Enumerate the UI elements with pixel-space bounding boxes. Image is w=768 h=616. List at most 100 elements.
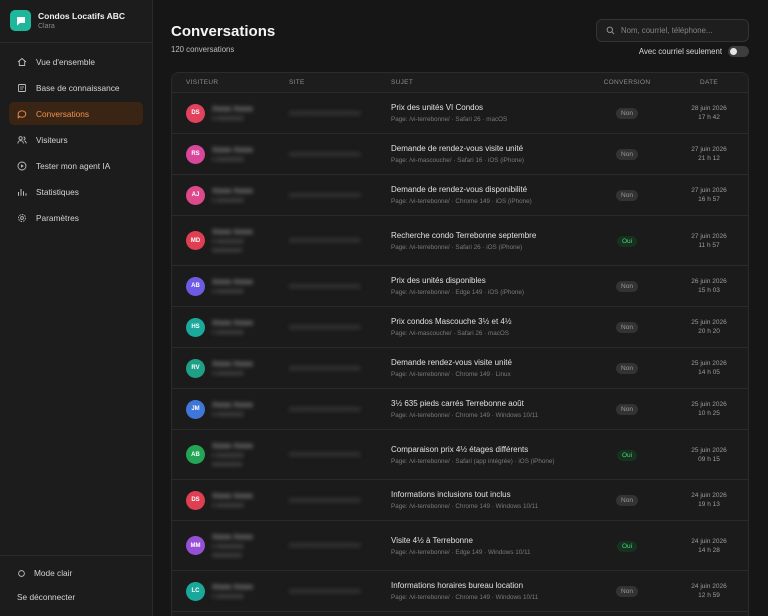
conversion-cell: Non xyxy=(584,189,670,201)
sidebar-nav: Vue d'ensemble Base de connaissance Conv… xyxy=(9,50,143,232)
email-filter-toggle[interactable] xyxy=(728,46,749,57)
sidebar-item-test-agent[interactable]: Tester mon agent IA xyxy=(9,154,143,177)
users-icon xyxy=(17,135,27,144)
header-visitor: VISITEUR xyxy=(186,79,219,86)
table-row[interactable]: MD Xxxxx Xxxxx x xxxxxxxxx xxxxxxxxxx xx… xyxy=(172,216,748,266)
date-day: 25 juin 2026 xyxy=(691,360,727,367)
visitor-cell: AB Xxxxx Xxxxx x xxxxxxxxx xyxy=(172,276,275,296)
conversation-count: 120 conversations xyxy=(171,45,235,54)
sidebar-item-knowledge[interactable]: Base de connaissance xyxy=(9,76,143,99)
date-day: 24 juin 2026 xyxy=(691,537,727,545)
sidebar-item-label: Conversations xyxy=(36,108,90,119)
visitor-info-redacted: Xxxxx Xxxxx x xxxxxxxxx xyxy=(212,400,253,418)
conversion-badge: Oui xyxy=(616,235,638,247)
date-cell: 26 juin 2026 15 h 03 xyxy=(670,277,748,295)
logout-button[interactable]: Se déconnecter xyxy=(17,592,75,602)
chat-bubble-icon xyxy=(17,109,27,119)
table-row[interactable]: HS Xxxxx Xxxxx x xxxxxxxxx xxxxxxxxxxxxx… xyxy=(172,307,748,348)
visitor-info-redacted: Xxxxx Xxxxx x xxxxxxxxx xyxy=(212,359,253,377)
search-input[interactable] xyxy=(621,26,741,35)
visitor-cell: DS Xxxxx Xxxxx x xxxxxxxxx xyxy=(172,490,275,510)
table-row[interactable]: DS Xxxxx Xxxxx x xxxxxxxxx xxxxxxxxxxxxx… xyxy=(172,93,748,134)
subject-meta: Page: /vi-terrebonne/ · Edge 149 · iOS (… xyxy=(391,289,525,296)
site-cell-redacted: xxxxxxxxxxxxxxxxxxxxxx xyxy=(289,282,361,290)
subject-title: Prix des unités disponibles xyxy=(391,276,486,285)
visitor-info-redacted: Xxxxx Xxxxx x xxxxxxxxx xyxy=(212,104,253,122)
book-icon xyxy=(18,83,26,92)
visitor-info-redacted: Xxxxx Xxxxx x xxxxxxxxx xyxy=(212,318,253,336)
date-day: 28 juin 2026 xyxy=(691,105,727,112)
table-row[interactable]: RV Xxxxx Xxxxx x xxxxxxxxx xxxxxxxxxxxxx… xyxy=(172,348,748,389)
sidebar-item-label: Vue d'ensemble xyxy=(36,56,95,67)
brand-name: Condos Locatifs ABC xyxy=(38,11,126,21)
date-time: 12 h 59 xyxy=(698,592,720,599)
table-row[interactable]: RS Xxxxx Xxxxx x xxxxxxxxx xxxxxxxxxxxxx… xyxy=(172,134,748,175)
brand[interactable]: Condos Locatifs ABC Clara xyxy=(10,10,125,31)
header-conversion: CONVERSION xyxy=(603,79,651,86)
visitor-info-redacted: Xxxxx Xxxxx x xxxxxxxxx xxxxxxxxxx xyxy=(212,441,253,468)
subject-cell: Demande de rendez-vous visite unité Page… xyxy=(379,144,584,164)
site-cell-redacted: xxxxxxxxxxxxxxxxxxxxxx xyxy=(289,405,361,413)
date-day: 27 juin 2026 xyxy=(691,146,727,153)
table-row[interactable]: AB Xxxxx Xxxxx x xxxxxxxxx xxxxxxxxxxxxx… xyxy=(172,266,748,307)
sidebar-item-conversations[interactable]: Conversations xyxy=(9,102,143,125)
conversion-cell: Non xyxy=(584,362,670,374)
visitor-cell: LC Xxxxx Xxxxx x xxxxxxxxx xyxy=(172,581,275,601)
conversion-cell: Oui xyxy=(584,235,670,247)
conversion-cell: Non xyxy=(584,280,670,292)
email-filter-label: Avec courriel seulement xyxy=(638,47,722,56)
date-cell: 24 juin 2026 12 h 59 xyxy=(670,582,748,600)
date-time: 14 h 28 xyxy=(698,546,720,554)
visitor-cell: AJ Xxxxx Xxxxx x xxxxxxxxx xyxy=(172,185,275,205)
sun-icon xyxy=(18,569,25,577)
table-row[interactable]: MM Xxxxx Xxxxx x xxxxxxxxx xxxxxxxxxx xx… xyxy=(172,521,748,571)
visitor-info-redacted: Xxxxx Xxxxx x xxxxxxxxx xxxxxxxxxx xyxy=(212,227,253,254)
subject-cell: Informations horaires bureau location Pa… xyxy=(379,581,584,601)
avatar: DS xyxy=(186,103,205,123)
play-icon xyxy=(17,161,27,170)
site-cell-redacted: xxxxxxxxxxxxxxxxxxxxxx xyxy=(289,542,361,549)
subject-title: Comparaison prix 4½ étages différents xyxy=(391,444,529,454)
subject-meta: Page: /vi-terrebonne/ · Chrome 149 · Lin… xyxy=(391,371,511,378)
site-cell-redacted: xxxxxxxxxxxxxxxxxxxxxx xyxy=(289,587,361,595)
date-day: 24 juin 2026 xyxy=(691,583,727,590)
header-date: DATE xyxy=(699,79,719,86)
conversion-cell: Non xyxy=(584,494,670,506)
table-body: DS Xxxxx Xxxxx x xxxxxxxxx xxxxxxxxxxxxx… xyxy=(172,93,748,612)
sidebar-item-settings[interactable]: Paramètres xyxy=(9,206,143,229)
sidebar-item-statistics[interactable]: Statistiques xyxy=(9,180,143,203)
subject-meta: Page: /vi-terrebonne/ · Safari 26 · macO… xyxy=(391,116,508,123)
sidebar-item-visitors[interactable]: Visiteurs xyxy=(9,128,143,151)
site-cell-redacted: xxxxxxxxxxxxxxxxxxxxxx xyxy=(289,451,361,458)
light-mode-button[interactable]: Mode clair xyxy=(17,568,72,578)
conversion-cell: Oui xyxy=(584,540,670,552)
subject-title: Prix des unités VI Condos xyxy=(391,103,484,112)
table-row[interactable]: AJ Xxxxx Xxxxx x xxxxxxxxx xxxxxxxxxxxxx… xyxy=(172,175,748,216)
visitor-info-redacted: Xxxxx Xxxxx x xxxxxxxxx xxxxxxxxxx xyxy=(212,532,253,559)
conversations-table: VISITEUR SITE SUJET CONVERSION DATE DS X… xyxy=(171,72,749,616)
visitor-cell: MD Xxxxx Xxxxx x xxxxxxxxx xxxxxxxxxx xyxy=(172,227,275,254)
date-cell: 28 juin 2026 17 h 42 xyxy=(670,104,748,122)
search-box[interactable] xyxy=(596,19,749,42)
subject-cell: Visite 4½ à Terrebonne Page: /vi-terrebo… xyxy=(379,536,584,556)
table-row[interactable]: JM Xxxxx Xxxxx x xxxxxxxxx xxxxxxxxxxxxx… xyxy=(172,389,748,430)
conversion-badge: Non xyxy=(616,281,638,292)
table-row[interactable]: LC Xxxxx Xxxxx x xxxxxxxxx xxxxxxxxxxxxx… xyxy=(172,571,748,612)
subject-title: Prix condos Mascouche 3½ et 4½ xyxy=(391,317,512,326)
date-cell: 27 juin 2026 11 h 57 xyxy=(670,232,748,250)
date-cell: 24 juin 2026 14 h 28 xyxy=(670,537,748,555)
table-row[interactable]: AB Xxxxx Xxxxx x xxxxxxxxx xxxxxxxxxx xx… xyxy=(172,430,748,480)
sidebar-item-overview[interactable]: Vue d'ensemble xyxy=(9,50,143,73)
date-cell: 25 juin 2026 14 h 05 xyxy=(670,359,748,377)
conversion-cell: Non xyxy=(584,403,670,415)
brand-logo-chat-icon xyxy=(10,10,31,31)
sidebar-item-label: Paramètres xyxy=(36,212,79,223)
conversion-badge: Non xyxy=(616,495,638,506)
table-row[interactable]: DS Xxxxx Xxxxx x xxxxxxxxx xxxxxxxxxxxxx… xyxy=(172,480,748,521)
subject-title: 3½ 635 pieds carrés Terrebonne août xyxy=(391,399,524,408)
divider xyxy=(0,555,153,556)
subject-meta: Page: /vi-terrebonne/ · Edge 149 · Windo… xyxy=(391,548,531,556)
date-time: 14 h 05 xyxy=(698,369,720,376)
visitor-info-redacted: Xxxxx Xxxxx x xxxxxxxxx xyxy=(212,582,253,600)
conversion-badge: Non xyxy=(616,363,638,374)
